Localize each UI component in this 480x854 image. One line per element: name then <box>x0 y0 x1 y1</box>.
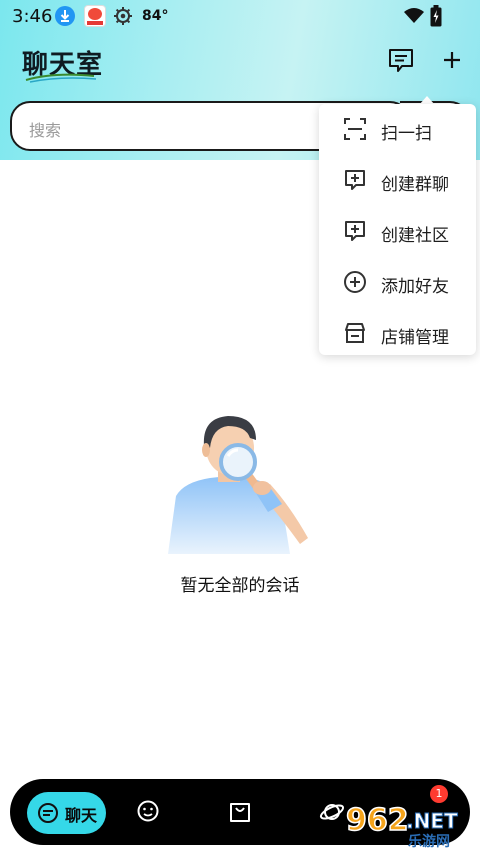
message-list-icon <box>389 49 413 72</box>
app-notification-icon <box>84 5 106 27</box>
menu-item-create-community[interactable]: 创建社区 <box>319 206 476 257</box>
menu-item-label: 添加好友 <box>381 277 449 297</box>
add-circle-icon <box>344 271 366 293</box>
nav-tab-chat[interactable]: 聊天 <box>27 792 106 834</box>
search-placeholder: 搜索 <box>29 121 62 140</box>
wifi-icon <box>404 7 424 27</box>
status-bar: 3:46 84° <box>0 0 480 32</box>
chat-plus-icon <box>345 221 365 241</box>
menu-item-scan[interactable]: 扫一扫 <box>319 104 476 155</box>
menu-item-store-management[interactable]: 店铺管理 <box>319 308 476 359</box>
menu-item-label: 创建社区 <box>381 226 449 246</box>
title-underline-decoration <box>25 73 97 83</box>
store-icon <box>345 323 365 343</box>
scan-icon <box>344 118 366 140</box>
menu-item-label: 创建群聊 <box>381 175 449 195</box>
empty-state-message: 暂无全部的会话 <box>180 576 300 596</box>
menu-item-label: 扫一扫 <box>381 124 432 144</box>
nav-tab-shopping-bag-icon[interactable] <box>228 799 252 825</box>
menu-item-label: 店铺管理 <box>381 328 449 348</box>
chat-bubble-icon <box>38 803 58 823</box>
plus-icon <box>444 52 460 68</box>
watermark-sub: 乐游网 <box>408 833 450 850</box>
watermark-brand: 962 <box>346 803 409 838</box>
watermark-suffix: .NET <box>406 809 458 833</box>
download-icon <box>55 6 75 26</box>
watermark-logo: 962 .NET 乐游网 <box>345 802 458 850</box>
empty-state-illustration <box>168 416 308 554</box>
status-time: 3:46 <box>12 6 53 27</box>
gear-icon <box>113 6 133 30</box>
chat-plus-icon <box>345 170 365 190</box>
menu-item-create-group[interactable]: 创建群聊 <box>319 155 476 206</box>
menu-item-add-friend[interactable]: 添加好友 <box>319 257 476 308</box>
nav-tab-face-icon[interactable] <box>136 799 160 825</box>
add-menu-button[interactable] <box>438 46 466 74</box>
status-temperature: 84° <box>142 8 169 24</box>
messages-button[interactable] <box>386 46 416 74</box>
battery-icon <box>430 5 442 31</box>
add-dropdown-menu: 扫一扫 创建群聊 创建社区 添加好友 店铺管理 <box>319 104 476 355</box>
nav-tab-chat-label: 聊天 <box>65 806 98 825</box>
